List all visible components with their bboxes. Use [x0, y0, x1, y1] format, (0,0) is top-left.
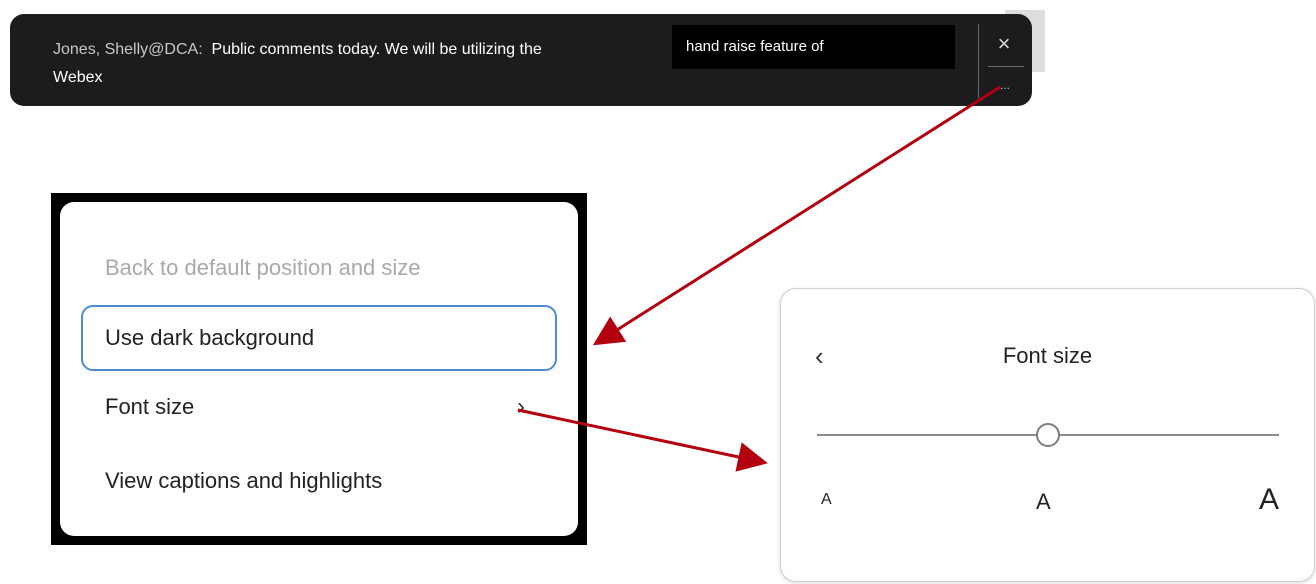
arrow-to-menu: [592, 85, 1001, 346]
annotation-arrows: [517, 85, 1001, 472]
arrow-to-font-size-panel: [517, 408, 768, 472]
